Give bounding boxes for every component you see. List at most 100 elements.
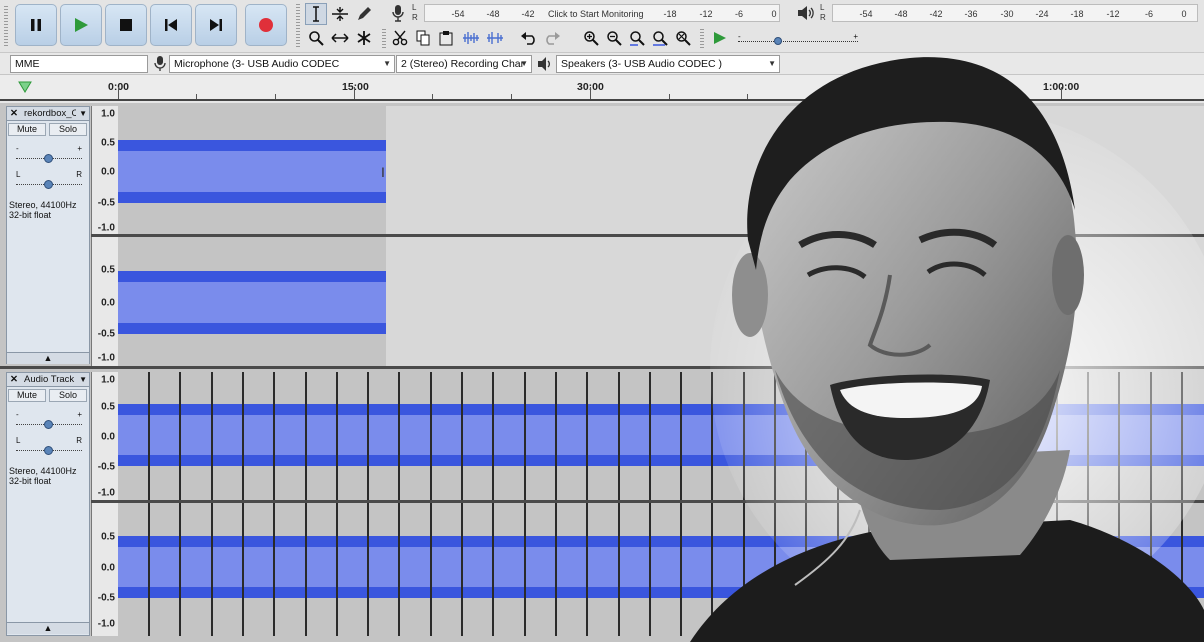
clip-boundary[interactable] [148,372,150,500]
clip-boundary[interactable] [273,372,275,500]
track-name[interactable]: rekordbox_C [24,107,76,120]
recording-meter[interactable]: LR -54 -48 -42 Click to Start Monitoring -18… [412,2,780,24]
pan-slider[interactable]: L R [16,170,82,191]
paste-button[interactable] [435,27,457,49]
clip-boundary[interactable] [649,372,651,500]
chevron-down-icon[interactable]: ▼ [79,107,87,120]
clip-boundary[interactable] [398,372,400,500]
clip-boundary[interactable] [430,503,432,636]
clip-boundary[interactable] [336,372,338,500]
clip-boundary[interactable] [461,503,463,636]
zoom-in-button[interactable] [580,27,602,49]
gain-slider[interactable]: - + [16,144,82,165]
amplitude-scale[interactable]: 1.0 0.5 0.0 -0.5 -1.0 [91,372,118,500]
clip-boundary[interactable] [305,372,307,500]
clip-boundary[interactable] [367,372,369,500]
skip-start-button[interactable] [150,4,192,46]
zoom-out-button[interactable] [603,27,625,49]
clip-boundary[interactable] [461,372,463,500]
audacity-window: LR -54 -48 -42 Click to Start Monitoring -18… [0,0,1204,642]
recording-device-select[interactable]: Microphone (3- USB Audio CODEC ▼ [169,55,395,73]
mute-button[interactable]: Mute [8,123,46,136]
fit-selection-button[interactable] [626,27,648,49]
audio-clip[interactable] [118,106,386,234]
clip-boundary[interactable] [305,503,307,636]
audio-clip[interactable] [118,237,386,366]
fit-project-button[interactable] [649,27,671,49]
pause-button[interactable] [15,4,57,46]
edit-grip[interactable] [382,29,386,49]
clip-boundary[interactable] [586,372,588,500]
gain-knob[interactable] [44,420,53,429]
zoom-tool[interactable] [305,27,327,49]
solo-button[interactable]: Solo [49,389,87,402]
play-button[interactable] [60,4,102,46]
clip-boundary[interactable] [649,503,651,636]
multi-tool[interactable] [353,27,375,49]
clip-boundary[interactable] [242,503,244,636]
collapse-track-button[interactable]: ▲ [7,622,89,634]
track-name-bar[interactable]: ✕ rekordbox_C ▼ [7,107,89,121]
clip-boundary[interactable] [430,372,432,500]
trim-button[interactable] [460,27,482,49]
skip-end-button[interactable] [195,4,237,46]
audio-host-select[interactable]: MME [10,55,148,73]
pan-knob[interactable] [44,180,53,189]
envelope-tool[interactable] [329,3,351,25]
microphone-icon[interactable] [390,4,406,22]
gain-slider[interactable]: - + [16,410,82,431]
clip-boundary[interactable] [618,503,620,636]
clip-boundary[interactable] [680,503,682,636]
amplitude-scale[interactable]: 0.5 0.0 -0.5 -1.0 [91,237,118,366]
pan-slider[interactable]: L R [16,436,82,457]
amplitude-scale[interactable]: 0.5 0.0 -0.5 -1.0 [91,503,118,636]
close-track-icon[interactable]: ✕ [10,373,18,386]
clip-boundary[interactable] [555,503,557,636]
speaker-icon[interactable] [797,5,815,21]
clip-boundary[interactable] [211,503,213,636]
track-name-bar[interactable]: ✕ Audio Track ▼ [7,373,89,387]
track-name[interactable]: Audio Track [24,373,76,386]
clip-boundary[interactable] [336,503,338,636]
clip-boundary[interactable] [492,503,494,636]
clip-boundary[interactable] [242,372,244,500]
play-head-icon[interactable] [18,81,32,93]
playback-meter[interactable]: LR -54 -48 -42 -36 -30 -24 -18 -12 -6 0 [820,2,1198,24]
clip-boundary[interactable] [618,372,620,500]
collapse-track-button[interactable]: ▲ [7,352,89,364]
selection-tool[interactable] [305,3,327,25]
toolbar-grip[interactable] [4,6,8,46]
clip-boundary[interactable] [179,372,181,500]
copy-button[interactable] [412,27,434,49]
clip-boundary[interactable] [524,372,526,500]
recording-channels-select[interactable]: 2 (Stereo) Recording Char ▼ [396,55,532,73]
time-shift-tool[interactable] [329,27,351,49]
clip-boundary[interactable] [273,503,275,636]
gain-knob[interactable] [44,154,53,163]
clip-boundary[interactable] [586,503,588,636]
pan-knob[interactable] [44,446,53,455]
clip-boundary[interactable] [367,503,369,636]
clip-boundary[interactable] [398,503,400,636]
cut-button[interactable] [389,27,411,49]
record-button[interactable] [245,4,287,46]
clip-boundary[interactable] [492,372,494,500]
stop-button[interactable] [105,4,147,46]
ibeam-cursor-icon: I [381,164,385,180]
clip-boundary[interactable] [211,372,213,500]
solo-button[interactable]: Solo [49,123,87,136]
clip-boundary[interactable] [179,503,181,636]
clip-boundary[interactable] [680,372,682,500]
clip-boundary[interactable] [555,372,557,500]
draw-tool[interactable] [353,3,375,25]
silence-button[interactable] [484,27,506,49]
chevron-down-icon[interactable]: ▼ [79,373,87,386]
redo-button[interactable] [541,27,563,49]
clip-boundary[interactable] [524,503,526,636]
mute-button[interactable]: Mute [8,389,46,402]
amplitude-scale[interactable]: 1.0 0.5 0.0 -0.5 -1.0 [91,106,118,234]
clip-boundary[interactable] [148,503,150,636]
undo-button[interactable] [518,27,540,49]
close-track-icon[interactable]: ✕ [10,107,18,120]
tools-grip[interactable] [296,4,300,48]
